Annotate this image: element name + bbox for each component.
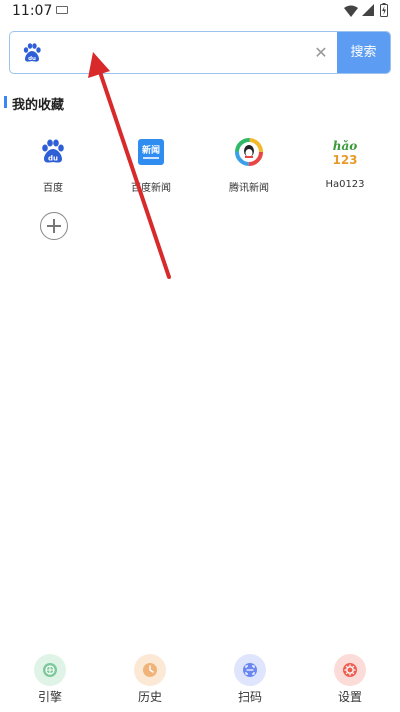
bottom-nav: 引擎 历史 扫码 设置 (0, 648, 400, 712)
nav-scan[interactable]: 扫码 (220, 648, 280, 712)
favorites-title: 我的收藏 (12, 98, 65, 113)
scan-icon (234, 654, 266, 686)
baidu-paw-icon[interactable]: du (20, 41, 44, 65)
favorite-item-tencent-news[interactable]: 腾讯新闻 (214, 137, 284, 197)
nav-settings[interactable]: 设置 (320, 648, 380, 712)
favorite-label: Ha0123 (325, 179, 365, 190)
clock-icon (134, 654, 166, 686)
svg-text:du: du (48, 155, 58, 163)
nav-history[interactable]: 历史 (120, 648, 180, 712)
favorite-item-hao123[interactable]: hǎo 123 Ha0123 (310, 137, 380, 197)
baidu-news-icon-text: 新闻 (142, 144, 160, 156)
tencent-news-icon (235, 138, 263, 166)
favorite-label: 百度新闻 (131, 183, 171, 194)
signal-icon (362, 4, 374, 16)
close-icon[interactable]: ✕ (312, 44, 330, 62)
engine-icon (34, 654, 66, 686)
favorite-label: 腾讯新闻 (229, 183, 269, 194)
search-bar: du ✕ 搜索 (9, 31, 391, 74)
nav-label: 历史 (137, 690, 162, 704)
baidu-news-icon: 新闻 (138, 139, 164, 165)
battery-icon (380, 3, 388, 17)
hao123-icon-text-bottom: 123 (332, 153, 357, 167)
search-input[interactable] (56, 40, 310, 68)
wifi-icon (344, 5, 358, 17)
gear-icon (334, 654, 366, 686)
nav-label: 扫码 (237, 690, 262, 704)
status-time: 11:07 (12, 3, 53, 19)
nav-engine[interactable]: 引擎 (20, 648, 80, 712)
favorite-item-baidu-news[interactable]: 新闻 百度新闻 (116, 137, 186, 197)
hao123-icon-text-top: hǎo (333, 139, 358, 153)
svg-text:du: du (28, 56, 36, 62)
plus-circle-icon[interactable] (40, 212, 68, 240)
favorite-label: 百度 (43, 183, 63, 194)
notification-icon (56, 6, 68, 14)
section-accent-bar (4, 96, 7, 108)
search-button[interactable]: 搜索 (337, 32, 390, 73)
favorite-item-baidu[interactable]: du 百度 (18, 137, 88, 197)
nav-label: 引擎 (37, 690, 62, 704)
baidu-paw-icon: du (42, 139, 64, 163)
nav-label: 设置 (337, 690, 362, 704)
status-bar: 11:07 (0, 0, 400, 24)
hao123-icon: hǎo 123 (332, 139, 358, 167)
